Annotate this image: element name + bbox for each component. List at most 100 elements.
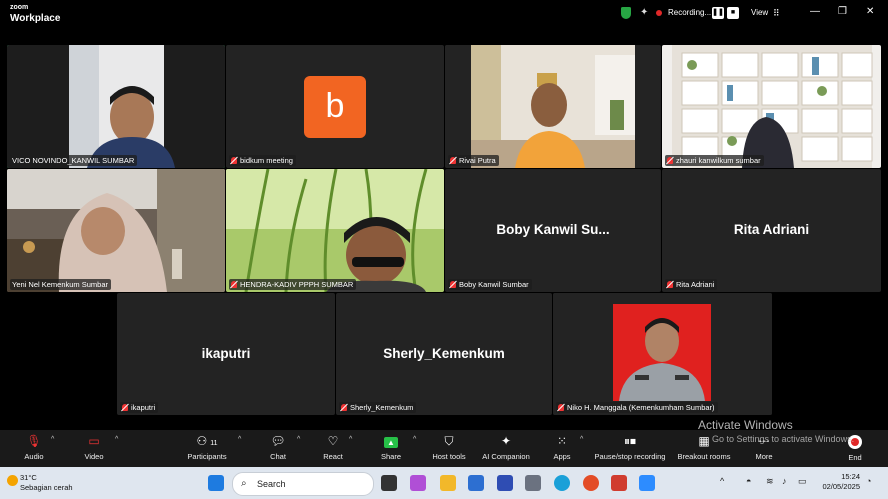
chat-button[interactable]: 💬︎ Chat (264, 434, 292, 461)
participant-tile-sherly[interactable]: Sherly_Kemenkum Sherly_Kemenkum (336, 293, 552, 415)
weather-text: Sebagian cerah (20, 483, 73, 492)
weather-widget[interactable]: 31°C Sebagian cerah (7, 473, 73, 493)
ai-sparkle-icon[interactable]: ✦ (640, 7, 648, 18)
video-gallery: VICO NOVINDO_KANWIL SUMBAR b bidkum meet… (0, 28, 888, 430)
mic-muted-icon (558, 404, 564, 411)
participant-name: bidkum meeting (240, 156, 293, 165)
participant-tile-ikaputri[interactable]: ikaputri ikaputri (117, 293, 335, 415)
participant-tile-zhauri[interactable]: zhauri kanwilkum sumbar (662, 45, 881, 168)
react-options-chevron-icon[interactable]: ^ (349, 436, 352, 443)
tray-app-icon[interactable]: ◓ (746, 476, 751, 486)
windows-start-icon[interactable] (208, 475, 224, 491)
host-tools-label: Host tools (432, 452, 466, 461)
video-options-chevron-icon[interactable]: ^ (115, 436, 118, 443)
recording-dot-icon (656, 10, 662, 16)
volume-icon[interactable]: ♪ (782, 476, 787, 486)
participant-name-tag: bidkum meeting (229, 155, 296, 166)
participant-name-tag: Yeni Nel Kemenkum Sumbar (10, 279, 112, 290)
audio-label: Audio (24, 452, 44, 461)
host-tools-button[interactable]: ⛉ Host tools (429, 434, 469, 461)
apps-options-chevron-icon[interactable]: ^ (580, 436, 583, 443)
title-bar: zoom Workplace ✦ Recording... ❚❚ ■ View … (0, 0, 888, 28)
breakout-rooms-label: Breakout rooms (677, 452, 731, 461)
stop-recording-button[interactable]: ■ (727, 7, 739, 19)
wifi-icon[interactable]: ≋ (766, 476, 774, 487)
participant-display-name: Boby Kanwil Su... (496, 222, 610, 237)
participant-tile-bidkum[interactable]: b bidkum meeting (226, 45, 444, 168)
maximize-icon[interactable]: ❐ (838, 6, 847, 17)
video-button[interactable]: ▭ Video (80, 434, 108, 461)
app-icon[interactable] (497, 475, 513, 491)
react-button[interactable]: ♡ React (319, 434, 347, 461)
participant-tile-vico[interactable]: VICO NOVINDO_KANWIL SUMBAR (7, 45, 225, 168)
windows-taskbar: 31°C Sebagian cerah ⌕ Search ^ ◓ ≋ ♪ ▭ 1… (0, 467, 888, 499)
share-screen-icon: ▲ (377, 434, 405, 449)
participant-tile-boby[interactable]: Boby Kanwil Su... Boby Kanwil Sumbar (445, 169, 661, 292)
mic-muted-icon (231, 157, 237, 164)
taskbar-search[interactable]: ⌕ Search (232, 472, 374, 496)
share-label: Share (380, 452, 401, 461)
share-options-chevron-icon[interactable]: ^ (413, 436, 416, 443)
copilot-icon[interactable] (410, 475, 426, 491)
minimize-icon[interactable]: — (810, 6, 820, 17)
participant-tile-hendra[interactable]: HENDRA-KADIV PPPH SUMBAR (226, 169, 444, 292)
battery-icon[interactable]: ▭ (798, 476, 807, 487)
participant-tile-yeni[interactable]: Yeni Nel Kemenkum Sumbar (7, 169, 225, 292)
participant-name-tag: VICO NOVINDO_KANWIL SUMBAR (10, 155, 138, 166)
participant-video (7, 45, 225, 168)
notification-bell-icon[interactable]: ◔ (866, 476, 871, 486)
participant-tile-rita[interactable]: Rita Adriani Rita Adriani (662, 169, 881, 292)
activate-windows-watermark: Activate Windows (698, 418, 793, 432)
chat-options-chevron-icon[interactable]: ^ (297, 436, 300, 443)
view-button[interactable]: View (751, 8, 768, 17)
task-view-icon[interactable] (381, 475, 397, 491)
activate-windows-subtext: Go to Settings to activate Windows. (712, 434, 855, 444)
pause-stop-recording-button[interactable]: ⏸︎⏹︎ Pause/stop recording (592, 434, 668, 461)
participants-options-chevron-icon[interactable]: ^ (238, 436, 241, 443)
audio-button[interactable]: 🎙︎ Audio (20, 434, 48, 461)
participant-name-tag: ikaputri (120, 402, 159, 413)
video-label: Video (84, 452, 104, 461)
system-clock[interactable]: 15:24 02/05/2025 (818, 472, 860, 492)
tray-chevron-icon[interactable]: ^ (720, 476, 724, 486)
end-label: End (848, 453, 862, 462)
app-icon-2[interactable] (611, 475, 627, 491)
close-icon[interactable]: ✕ (866, 6, 874, 17)
audio-options-chevron-icon[interactable]: ^ (51, 436, 54, 443)
participant-name: ikaputri (131, 403, 156, 412)
edge-icon[interactable] (554, 475, 570, 491)
pause-stop-icon: ⏸︎⏹︎ (623, 434, 636, 448)
end-button[interactable]: End (842, 450, 868, 462)
sun-icon (7, 475, 18, 486)
share-button[interactable]: ▲ Share (377, 434, 405, 461)
security-shield-icon[interactable] (621, 7, 631, 19)
pause-recording-button[interactable]: ❚❚ (712, 7, 724, 19)
participant-tile-rivai[interactable]: Rivai Putra (445, 45, 661, 168)
participant-display-name: ikaputri (201, 346, 251, 361)
ai-sparkle-icon: ✦ (500, 434, 512, 448)
file-explorer-icon[interactable] (440, 475, 456, 491)
participant-tile-niko[interactable]: Niko H. Manggala (Kemenkumham Sumbar) (553, 293, 772, 415)
brand-line-2: Workplace (10, 13, 61, 24)
zoom-icon[interactable] (639, 475, 655, 491)
ai-companion-button[interactable]: ✦ AI Companion (478, 434, 534, 461)
camera-icon[interactable] (525, 475, 541, 491)
grid-view-icon[interactable]: ⠿ (773, 8, 780, 19)
store-icon[interactable] (468, 475, 484, 491)
participants-label: Participants (187, 452, 227, 461)
search-icon: ⌕ (241, 478, 247, 489)
participant-name: Rita Adriani (676, 280, 715, 289)
react-label: React (323, 452, 343, 461)
chrome-icon[interactable] (583, 475, 599, 491)
chat-bubble-icon: 💬︎ (270, 434, 286, 448)
participant-name-tag: Niko H. Manggala (Kemenkumham Sumbar) (556, 402, 718, 413)
clock-date: 02/05/2025 (822, 482, 860, 491)
participants-button[interactable]: ⚇ 11 Participants (184, 434, 230, 461)
participants-icon: ⚇ 11 (196, 434, 218, 448)
more-label: More (755, 452, 773, 461)
brand-line-1: zoom (10, 4, 29, 11)
participant-name-tag: Sherly_Kemenkum (339, 402, 417, 413)
apps-button[interactable]: ⁙ Apps (549, 434, 575, 461)
participant-display-name: Sherly_Kemenkum (383, 346, 505, 361)
mic-muted-icon (341, 404, 347, 411)
